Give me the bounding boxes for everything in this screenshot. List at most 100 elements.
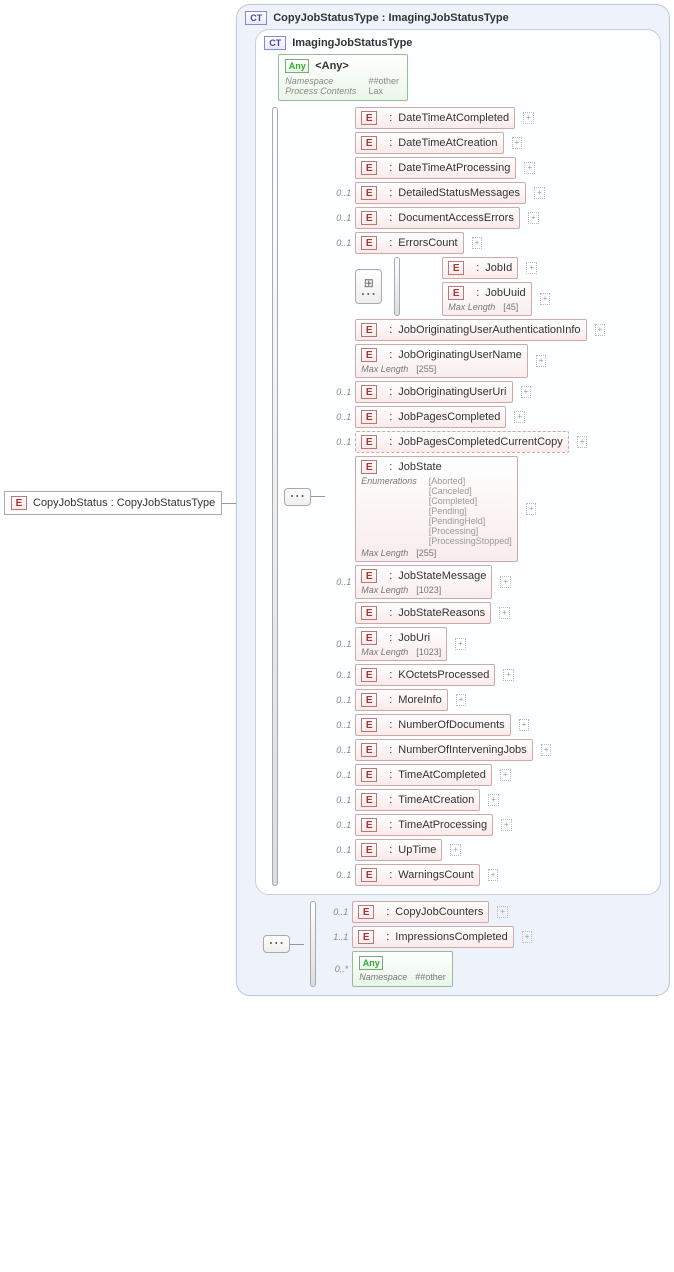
ref-element-with-facets[interactable]: E: JobOriginatingUserNameMax Length[255] <box>355 344 528 378</box>
complex-type-icon: CT <box>245 11 267 25</box>
expand-icon[interactable]: + <box>501 819 512 831</box>
ref-element[interactable]: E: TimeAtCompleted <box>355 764 492 786</box>
type-name: JobOriginatingUserUri <box>398 386 506 398</box>
ref-element[interactable]: E: DocumentAccessErrors <box>355 207 520 229</box>
element-icon: E <box>361 136 377 150</box>
type-name: DateTimeAtProcessing <box>398 162 510 174</box>
any-element[interactable]: Any <Any> Namespace ##other Process Cont… <box>278 54 408 101</box>
element-icon: E <box>358 930 374 944</box>
ref-element[interactable]: E: JobOriginatingUserUri <box>355 381 512 403</box>
ref-element[interactable]: E: JobPagesCompleted <box>355 406 506 428</box>
ref-element[interactable]: E: TimeAtCreation <box>355 789 480 811</box>
expand-icon[interactable]: + <box>577 436 588 448</box>
ref-element[interactable]: E: TimeAtProcessing <box>355 814 493 836</box>
ref-element[interactable]: E: KOctetsProcessed <box>355 664 495 686</box>
element-row: E: DateTimeAtCompleted + <box>329 107 605 129</box>
element-row: 0..1E: JobOriginatingUserUri+ <box>329 381 605 403</box>
type-name: KOctetsProcessed <box>398 669 489 681</box>
expand-icon[interactable]: + <box>521 386 532 398</box>
ref-element-with-facets[interactable]: E: JobStateMessageMax Length[1023] <box>355 565 492 599</box>
expand-icon[interactable]: + <box>522 931 533 943</box>
expand-icon[interactable]: + <box>524 162 535 174</box>
ref-element[interactable]: E: NumberOfInterveningJobs <box>355 739 532 761</box>
ref-element[interactable]: E: JobStateReasons <box>355 602 491 624</box>
element-icon: E <box>361 843 377 857</box>
root-element[interactable]: E CopyJobStatus : CopyJobStatusType <box>4 491 222 515</box>
occurrence: 0..1 <box>326 907 348 917</box>
element-row: 1..1 E: ImpressionsCompleted + <box>326 926 532 948</box>
ref-element[interactable]: E: DateTimeAtProcessing <box>355 157 516 179</box>
ref-element[interactable]: E: NumberOfDocuments <box>355 714 510 736</box>
ref-element[interactable]: E: DateTimeAtCreation <box>355 132 503 154</box>
expand-icon[interactable]: + <box>528 212 539 224</box>
expand-icon[interactable]: + <box>523 112 534 124</box>
type-name: JobStateMessage <box>398 570 486 582</box>
choice-compositor[interactable]: ⊞⋯ <box>355 269 382 304</box>
type-name: JobOriginatingUserAuthenticationInfo <box>398 324 580 336</box>
type-name: JobUuid <box>485 287 525 299</box>
max-length-value: [1023] <box>416 585 441 595</box>
expand-icon[interactable]: + <box>450 844 461 856</box>
expand-icon[interactable]: + <box>514 411 525 423</box>
expand-icon[interactable]: + <box>595 324 606 336</box>
expand-icon[interactable]: + <box>541 744 552 756</box>
expand-icon[interactable]: + <box>519 719 530 731</box>
ref-element[interactable]: E: ImpressionsCompleted <box>352 926 514 948</box>
expand-icon[interactable]: + <box>488 869 499 881</box>
ref-element[interactable]: E: DetailedStatusMessages <box>355 182 526 204</box>
outer-complex-type: CT CopyJobStatusType : ImagingJobStatusT… <box>236 4 670 996</box>
expand-icon[interactable]: + <box>536 355 547 367</box>
ref-element[interactable]: E: UpTime <box>355 839 442 861</box>
expand-icon[interactable]: + <box>472 237 483 249</box>
expand-icon[interactable]: + <box>488 794 499 806</box>
expand-icon[interactable]: + <box>455 638 466 650</box>
max-length-label: Max Length <box>361 647 408 657</box>
element-icon: E <box>361 111 377 125</box>
expand-icon[interactable]: + <box>512 137 523 149</box>
sequence-compositor[interactable]: ⋯ <box>284 488 311 506</box>
any-element[interactable]: AnyNamespace##other <box>352 951 453 987</box>
ref-element[interactable]: E: DateTimeAtCompleted <box>355 107 515 129</box>
ref-element[interactable]: E: JobPagesCompletedCurrentCopy <box>355 431 569 453</box>
type-separator: : <box>389 461 392 473</box>
inner-ct-title: ImagingJobStatusType <box>292 37 412 49</box>
expand-icon[interactable]: + <box>540 293 551 305</box>
expand-icon[interactable]: + <box>503 669 514 681</box>
type-separator: : <box>389 607 392 619</box>
expand-icon[interactable]: + <box>534 187 545 199</box>
max-length-label: Max Length <box>361 548 408 558</box>
expand-icon[interactable]: + <box>456 694 467 706</box>
expand-icon[interactable]: + <box>497 906 508 918</box>
occurrence: 1..1 <box>326 932 348 942</box>
element-icon: E <box>361 410 377 424</box>
connector <box>222 503 236 504</box>
element-row: 0..1E: JobUriMax Length[1023]+ <box>329 627 605 661</box>
expand-icon[interactable]: + <box>500 576 511 588</box>
ref-element-with-facets[interactable]: E: JobStateEnumerations[Aborted][Cancele… <box>355 456 518 562</box>
ref-element[interactable]: E: WarningsCount <box>355 864 479 886</box>
occurrence: 0..1 <box>329 238 351 248</box>
ref-element[interactable]: E: CopyJobCounters <box>352 901 489 923</box>
expand-icon[interactable]: + <box>526 262 537 274</box>
element-row: 0..1 E: TimeAtCreation + <box>329 789 605 811</box>
element-icon: E <box>361 631 377 645</box>
expand-icon[interactable]: + <box>500 769 511 781</box>
type-separator: : <box>389 212 392 224</box>
sequence-compositor[interactable]: ⋯ <box>263 935 290 953</box>
ref-element-with-facets[interactable]: E: JobUuidMax Length[45] <box>442 282 531 316</box>
element-icon: E <box>361 460 377 474</box>
max-length-value: [45] <box>503 302 518 312</box>
ref-element[interactable]: E: ErrorsCount <box>355 232 463 254</box>
expand-icon[interactable]: + <box>526 503 537 515</box>
type-separator: : <box>389 869 392 881</box>
max-length-value: [1023] <box>416 647 441 657</box>
type-separator: : <box>386 906 389 918</box>
type-separator: : <box>389 411 392 423</box>
occurrence: 0..1 <box>329 795 351 805</box>
ref-element[interactable]: E: JobOriginatingUserAuthenticationInfo <box>355 319 586 341</box>
expand-icon[interactable]: + <box>499 607 510 619</box>
ref-element-with-facets[interactable]: E: JobUriMax Length[1023] <box>355 627 447 661</box>
ref-element[interactable]: E: JobId <box>442 257 518 279</box>
ref-element[interactable]: E: MoreInfo <box>355 689 447 711</box>
type-separator: : <box>389 324 392 336</box>
